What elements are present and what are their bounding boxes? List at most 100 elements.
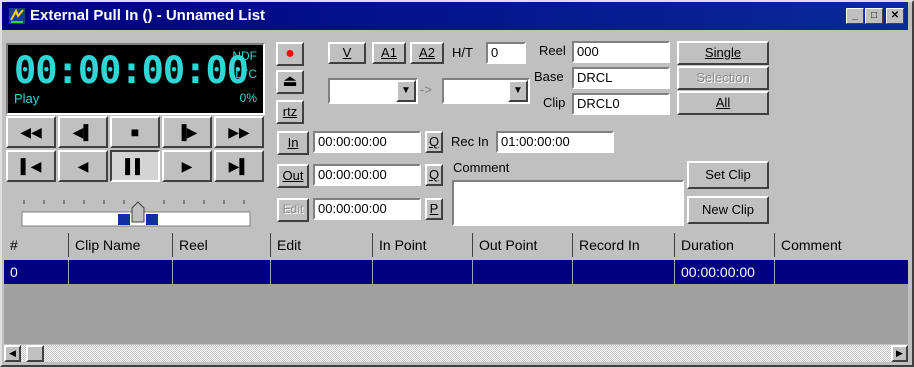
- rec-in-label: Rec In: [451, 134, 489, 149]
- chevron-down-icon: ▼: [401, 85, 411, 96]
- close-button[interactable]: ✕: [886, 8, 904, 24]
- clip-input[interactable]: DRCL0: [572, 93, 670, 115]
- eject-button[interactable]: ⏏: [276, 70, 304, 94]
- cell-duration: 00:00:00:00: [674, 260, 774, 284]
- pause-icon: ▌▌: [125, 158, 145, 174]
- column-header-in-point[interactable]: In Point: [372, 233, 472, 257]
- transport-row-1: ◀◀ ◀▌ ■ ▐▶ ▶▶: [6, 116, 266, 150]
- selection-button[interactable]: Selection: [677, 66, 769, 90]
- audio1-track-toggle[interactable]: A1: [372, 42, 406, 64]
- fast-forward-button[interactable]: ▶▶: [214, 116, 264, 148]
- new-clip-button[interactable]: New Clip: [687, 196, 769, 224]
- play-reverse-button[interactable]: ◀: [58, 150, 108, 182]
- scroll-right-button[interactable]: ▶: [891, 345, 908, 362]
- eject-icon: ⏏: [282, 73, 298, 90]
- pause-button[interactable]: ▌▌: [110, 150, 160, 182]
- chevron-down-icon: ▼: [513, 85, 523, 96]
- cell-clip-name: [68, 260, 172, 284]
- record-button[interactable]: ●: [276, 42, 304, 66]
- column-header-edit[interactable]: Edit: [270, 233, 372, 257]
- preview-button[interactable]: P: [425, 198, 443, 220]
- scrollbar-thumb[interactable]: [26, 345, 44, 362]
- timecode-source: LTC: [235, 67, 257, 81]
- in-cue-button[interactable]: Q: [425, 131, 443, 153]
- fast-forward-icon: ▶▶: [228, 124, 250, 140]
- stop-icon: ■: [130, 124, 140, 140]
- cell-reel: [172, 260, 270, 284]
- column-header-record-in[interactable]: Record In: [572, 233, 674, 257]
- out-point-input[interactable]: 00:00:00:00: [313, 164, 421, 186]
- in-point-input[interactable]: 00:00:00:00: [313, 131, 421, 153]
- column-header-duration[interactable]: Duration: [674, 233, 774, 257]
- stop-button[interactable]: ■: [110, 116, 160, 148]
- edit-button[interactable]: Edit: [277, 198, 309, 222]
- clip-list-empty-area: [4, 284, 908, 344]
- cell-edit: [270, 260, 372, 284]
- scroll-right-icon: ▶: [896, 348, 903, 358]
- cell-comment: [774, 260, 908, 284]
- source-deck-select[interactable]: ▼: [328, 78, 418, 104]
- column-header-clip-name[interactable]: Clip Name: [68, 233, 172, 257]
- reel-input[interactable]: 000: [572, 41, 670, 63]
- step-forward-icon: ▐▶: [176, 124, 198, 140]
- clip-label: Clip: [543, 95, 566, 110]
- scroll-left-icon: ◀: [9, 348, 16, 358]
- route-arrow: ->: [420, 82, 432, 97]
- horizontal-scrollbar[interactable]: ◀ ▶: [4, 345, 908, 362]
- title-bar[interactable]: External Pull In () - Unnamed List _ □ ✕: [2, 2, 908, 30]
- source-dropdown-button[interactable]: ▼: [396, 80, 416, 102]
- go-to-end-icon: ▶▌: [228, 158, 250, 174]
- table-row[interactable]: 0 00:00:00:00: [4, 260, 908, 284]
- single-button[interactable]: Single: [677, 41, 769, 65]
- reel-label: Reel: [539, 43, 566, 58]
- clip-list-header: # Clip Name Reel Edit In Point Out Point…: [4, 233, 908, 257]
- timecode-display: 00:00:00:00 Play NDF LTC 0%: [6, 43, 265, 115]
- mark-out-button[interactable]: Out: [277, 164, 309, 188]
- column-header-reel[interactable]: Reel: [172, 233, 270, 257]
- shuttle-range-left: [118, 214, 130, 225]
- step-back-icon: ◀▌: [72, 124, 94, 140]
- go-to-start-icon: ▌◀: [20, 158, 42, 174]
- app-icon: [9, 8, 25, 24]
- window-title: External Pull In () - Unnamed List: [30, 7, 266, 24]
- transport-mode: Play: [14, 91, 40, 106]
- play-reverse-icon: ◀: [77, 158, 89, 174]
- transport-row-2: ▌◀ ◀ ▌▌ ▶ ▶▌: [6, 150, 266, 184]
- step-forward-button[interactable]: ▐▶: [162, 116, 212, 148]
- close-icon: ✕: [890, 10, 900, 21]
- ht-label: H/T: [452, 45, 473, 60]
- base-input[interactable]: DRCL: [572, 67, 670, 89]
- audio2-track-toggle[interactable]: A2: [410, 42, 444, 64]
- rewind-button[interactable]: ◀◀: [6, 116, 56, 148]
- maximize-button[interactable]: □: [865, 8, 883, 24]
- comment-input[interactable]: [452, 180, 684, 226]
- edit-duration-input[interactable]: 00:00:00:00: [313, 198, 421, 220]
- minimize-button[interactable]: _: [846, 8, 864, 24]
- maximize-icon: □: [870, 10, 878, 21]
- rtz-button[interactable]: rtz: [276, 100, 304, 124]
- record-deck-select[interactable]: ▼: [442, 78, 530, 104]
- column-header-comment[interactable]: Comment: [774, 233, 908, 257]
- set-clip-button[interactable]: Set Clip: [687, 161, 769, 189]
- out-cue-button[interactable]: Q: [425, 164, 443, 186]
- go-to-start-button[interactable]: ▌◀: [6, 150, 56, 182]
- all-button[interactable]: All: [677, 91, 769, 115]
- rec-in-input[interactable]: 01:00:00:00: [496, 131, 614, 153]
- step-back-button[interactable]: ◀▌: [58, 116, 108, 148]
- timecode-value: 00:00:00:00: [14, 49, 249, 92]
- video-track-toggle[interactable]: V: [328, 42, 366, 64]
- play-button[interactable]: ▶: [162, 150, 212, 182]
- minimize-icon: _: [852, 10, 858, 21]
- cell-in-point: [372, 260, 472, 284]
- scroll-left-button[interactable]: ◀: [4, 345, 21, 362]
- record-icon: ●: [285, 45, 295, 62]
- column-header-number[interactable]: #: [4, 233, 68, 257]
- shuttle-slider[interactable]: [14, 196, 260, 230]
- ht-input[interactable]: 0: [486, 42, 526, 64]
- go-to-end-button[interactable]: ▶▌: [214, 150, 264, 182]
- mark-in-button[interactable]: In: [277, 131, 309, 155]
- shuttle-thumb: [131, 201, 145, 223]
- base-label: Base: [534, 69, 564, 84]
- record-dropdown-button[interactable]: ▼: [508, 80, 528, 102]
- column-header-out-point[interactable]: Out Point: [472, 233, 572, 257]
